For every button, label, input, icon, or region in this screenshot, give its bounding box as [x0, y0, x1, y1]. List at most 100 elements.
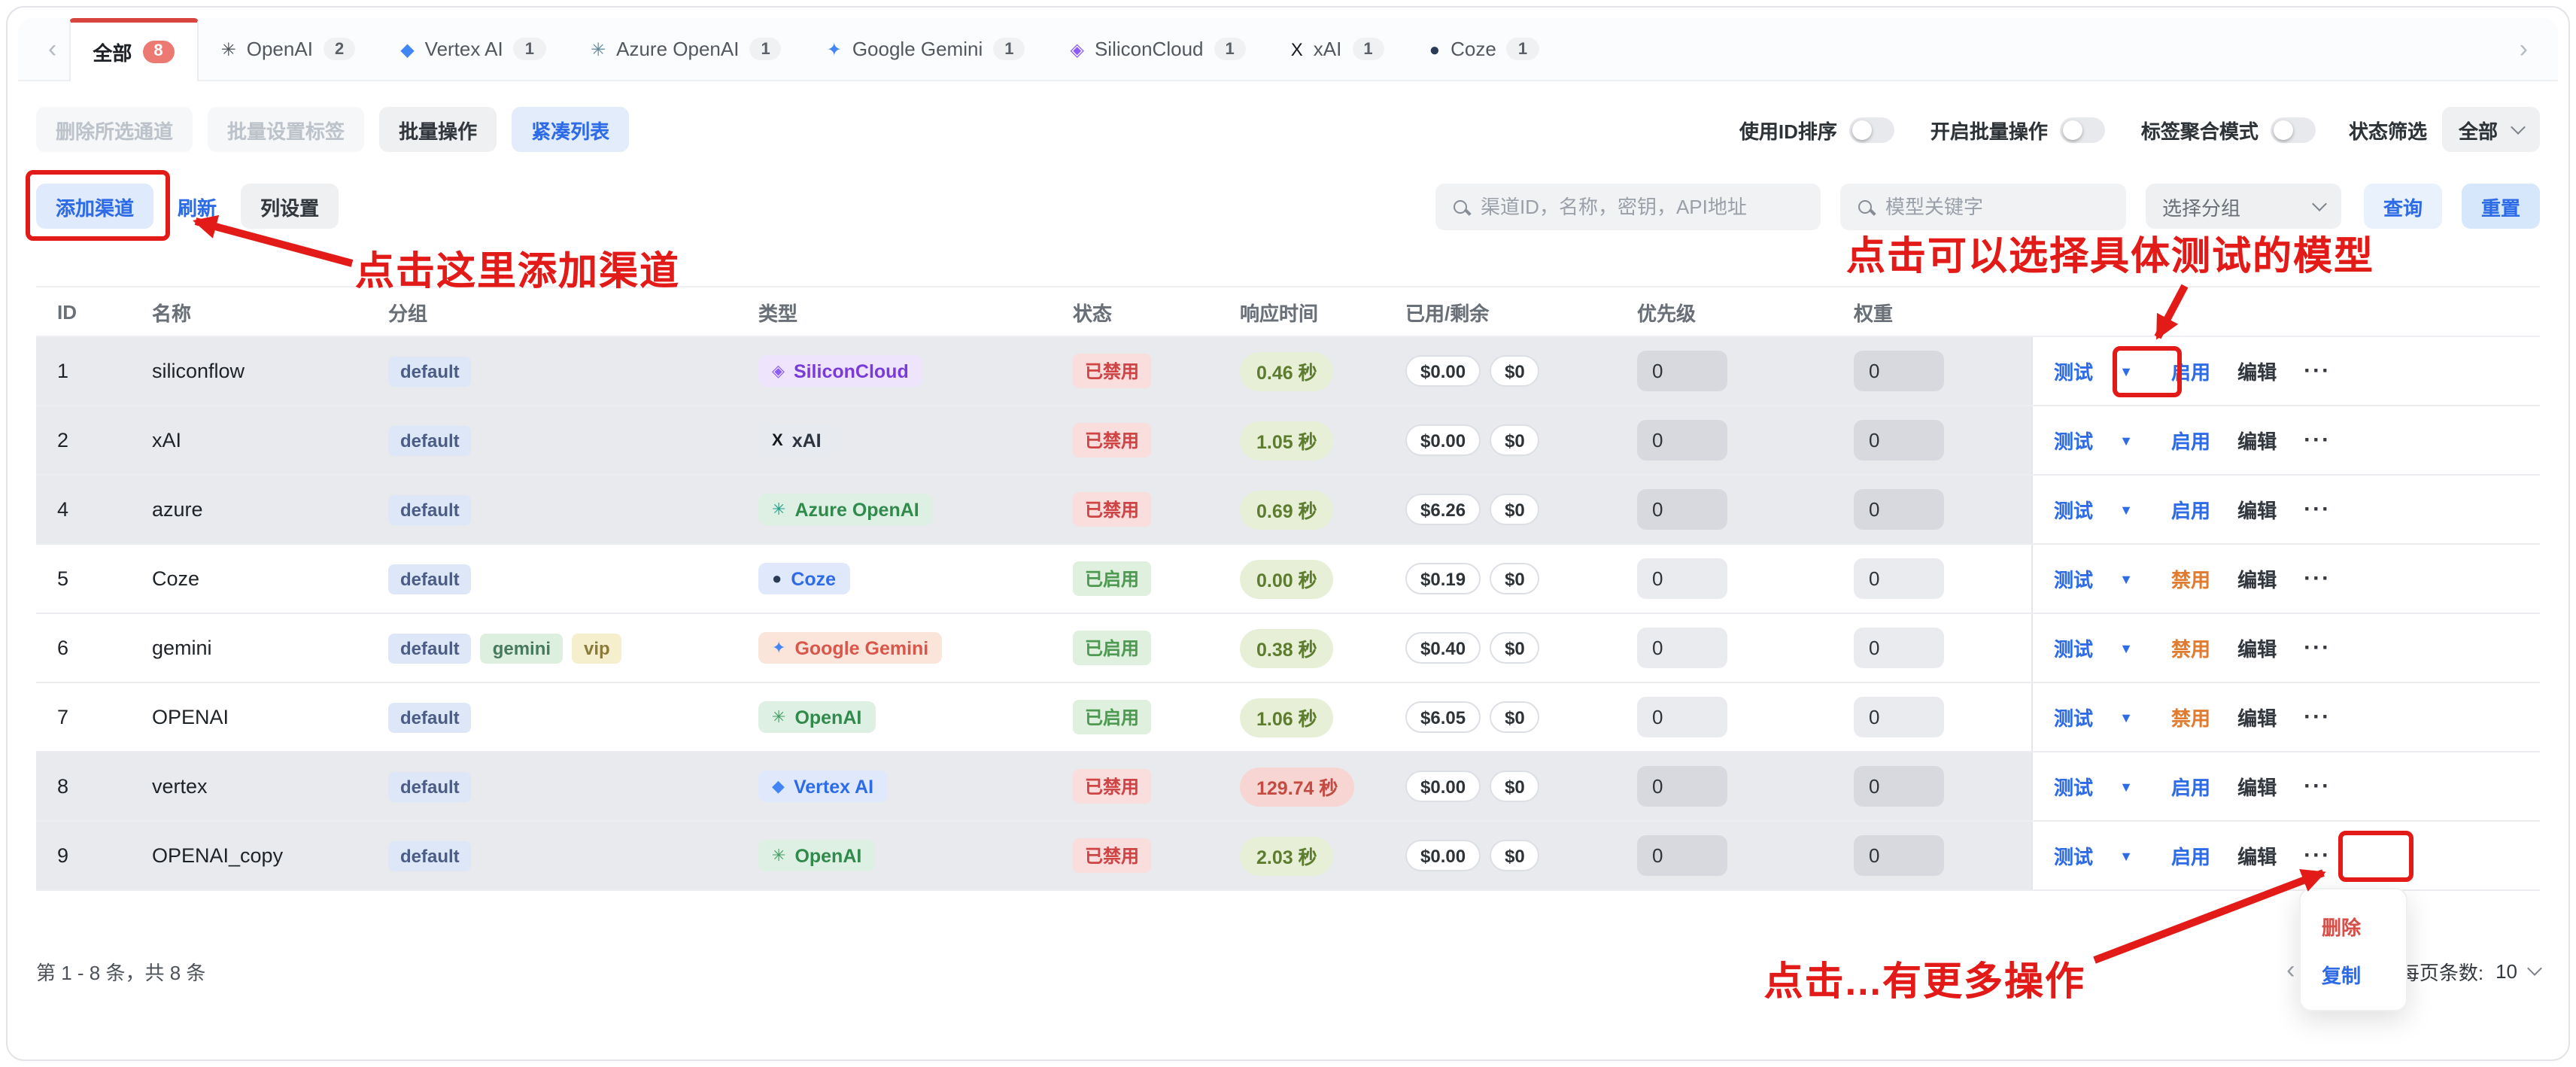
tabs-prev-icon[interactable]: ‹ — [36, 17, 68, 81]
edit-button[interactable]: 编辑 — [2237, 841, 2277, 870]
column-header: 权重 — [1833, 287, 2031, 336]
context-menu-item[interactable]: 复制 — [2301, 950, 2406, 998]
test-model-dropdown-button[interactable]: ▼ — [2108, 631, 2144, 664]
edit-button[interactable]: 编辑 — [2237, 703, 2277, 731]
test-model-dropdown-button[interactable]: ▼ — [2108, 701, 2144, 734]
weight-input[interactable]: 0 — [1854, 835, 1944, 876]
more-actions-button[interactable]: ··· — [2304, 635, 2331, 661]
group-tag: default — [388, 633, 472, 663]
test-model-dropdown-button[interactable]: ▼ — [2108, 562, 2144, 595]
test-button[interactable]: 测试 — [2054, 772, 2093, 801]
channel-type-tab[interactable]: 全部 8 — [68, 17, 198, 81]
channel-type-tab[interactable]: ✳ Azure OpenAI 1 — [568, 17, 804, 81]
test-button[interactable]: 测试 — [2054, 841, 2093, 870]
weight-input[interactable]: 0 — [1854, 489, 1944, 530]
tab-bar-items: 全部 8 ✳ OpenAI 2 ◆ Vertex AI 1 ✳ Azure Op… — [68, 17, 1561, 81]
channel-type-tab[interactable]: ● Coze 1 — [1407, 17, 1561, 81]
toolbar-button[interactable]: 紧凑列表 — [512, 107, 629, 152]
channel-id: 7 — [36, 683, 131, 751]
weight-input[interactable]: 0 — [1854, 766, 1944, 807]
channel-type-tab[interactable]: X xAI 1 — [1268, 17, 1407, 81]
edit-button[interactable]: 编辑 — [2237, 772, 2277, 801]
model-keyword-field — [1840, 183, 2126, 230]
weight-input[interactable]: 0 — [1854, 558, 1944, 599]
page-size-select[interactable]: 每页条数: 10 — [2400, 956, 2540, 985]
test-model-dropdown-button[interactable]: ▼ — [2108, 770, 2144, 803]
test-button[interactable]: 测试 — [2054, 495, 2093, 524]
weight-input[interactable]: 0 — [1854, 628, 1944, 668]
toolbar-button[interactable]: 批量操作 — [379, 107, 497, 152]
test-button[interactable]: 测试 — [2054, 634, 2093, 662]
reset-button[interactable]: 重置 — [2462, 184, 2540, 229]
refresh-button[interactable]: 刷新 — [169, 184, 226, 229]
more-actions-button[interactable]: ··· — [2304, 358, 2331, 384]
used-quota-badge: $6.26 — [1405, 494, 1481, 525]
edit-button[interactable]: 编辑 — [2237, 357, 2277, 385]
more-actions-button[interactable]: ··· — [2304, 774, 2331, 799]
channel-search-input[interactable] — [1481, 195, 1803, 217]
test-model-dropdown-button[interactable]: ▼ — [2108, 354, 2144, 388]
test-model-dropdown-button[interactable]: ▼ — [2108, 493, 2144, 526]
test-button[interactable]: 测试 — [2054, 357, 2093, 385]
toggle-status-button[interactable]: 启用 — [2171, 357, 2210, 385]
test-button[interactable]: 测试 — [2054, 703, 2093, 731]
more-actions-button[interactable]: ··· — [2304, 566, 2331, 591]
channel-type-tab[interactable]: ◆ Vertex AI 1 — [378, 17, 568, 81]
channel-type-tab[interactable]: ✦ Google Gemini 1 — [804, 17, 1048, 81]
weight-input[interactable]: 0 — [1854, 351, 1944, 391]
priority-input[interactable]: 0 — [1637, 351, 1727, 391]
channel-id: 8 — [36, 752, 131, 820]
channel-type-tab[interactable]: ◈ SiliconCloud 1 — [1048, 17, 1268, 81]
status-badge: 已禁用 — [1073, 423, 1151, 458]
test-model-dropdown-button[interactable]: ▼ — [2108, 424, 2144, 457]
page-prev-icon[interactable]: ‹ — [2286, 956, 2295, 986]
toggle-status-button[interactable]: 启用 — [2171, 495, 2210, 524]
tab-label: SiliconCloud — [1095, 38, 1204, 60]
more-actions-button[interactable]: ··· — [2304, 497, 2331, 522]
priority-input[interactable]: 0 — [1637, 489, 1727, 530]
toggle-switch[interactable] — [1849, 117, 1894, 142]
channel-name: xAI — [131, 406, 367, 474]
priority-input[interactable]: 0 — [1637, 697, 1727, 737]
more-actions-button[interactable]: ··· — [2304, 704, 2331, 730]
query-button[interactable]: 查询 — [2364, 184, 2442, 229]
more-actions-button[interactable]: ··· — [2304, 427, 2331, 453]
toggle-switch[interactable] — [2271, 117, 2316, 142]
add-channel-button[interactable]: 添加渠道 — [36, 184, 153, 229]
edit-button[interactable]: 编辑 — [2237, 564, 2277, 593]
model-keyword-input[interactable] — [1885, 195, 2108, 217]
context-menu-item[interactable]: 删除 — [2301, 901, 2406, 950]
test-button[interactable]: 测试 — [2054, 426, 2093, 454]
priority-input[interactable]: 0 — [1637, 835, 1727, 876]
toggle-switch[interactable] — [2060, 117, 2105, 142]
toggle-status-button[interactable]: 禁用 — [2171, 634, 2210, 662]
weight-input[interactable]: 0 — [1854, 697, 1944, 737]
group-select[interactable]: 选择分组 — [2146, 184, 2341, 229]
priority-input[interactable]: 0 — [1637, 558, 1727, 599]
toggle-status-button[interactable]: 禁用 — [2171, 564, 2210, 593]
edit-button[interactable]: 编辑 — [2237, 495, 2277, 524]
toggle-status-button[interactable]: 启用 — [2171, 841, 2210, 870]
test-model-dropdown-button[interactable]: ▼ — [2108, 839, 2144, 872]
toolbar-button[interactable]: 删除所选通道 — [36, 107, 193, 152]
toggle-status-button[interactable]: 禁用 — [2171, 703, 2210, 731]
group-tag: default — [388, 771, 472, 801]
more-actions-button[interactable]: ··· — [2304, 843, 2331, 868]
channel-groups: default — [367, 337, 737, 405]
group-tag: vip — [572, 633, 622, 663]
edit-button[interactable]: 编辑 — [2237, 634, 2277, 662]
toolbar-button[interactable]: 批量设置标签 — [208, 107, 364, 152]
tabs-next-icon[interactable]: › — [2508, 17, 2540, 81]
test-button[interactable]: 测试 — [2054, 564, 2093, 593]
status-filter-select[interactable]: 全部 — [2442, 107, 2540, 152]
column-settings-button[interactable]: 列设置 — [241, 184, 339, 229]
provider-icon: ✦ — [772, 638, 785, 658]
edit-button[interactable]: 编辑 — [2237, 426, 2277, 454]
toggle-status-button[interactable]: 启用 — [2171, 426, 2210, 454]
toggle-status-button[interactable]: 启用 — [2171, 772, 2210, 801]
channel-type-tab[interactable]: ✳ OpenAI 2 — [199, 17, 378, 81]
priority-input[interactable]: 0 — [1637, 766, 1727, 807]
priority-input[interactable]: 0 — [1637, 628, 1727, 668]
priority-input[interactable]: 0 — [1637, 420, 1727, 461]
weight-input[interactable]: 0 — [1854, 420, 1944, 461]
